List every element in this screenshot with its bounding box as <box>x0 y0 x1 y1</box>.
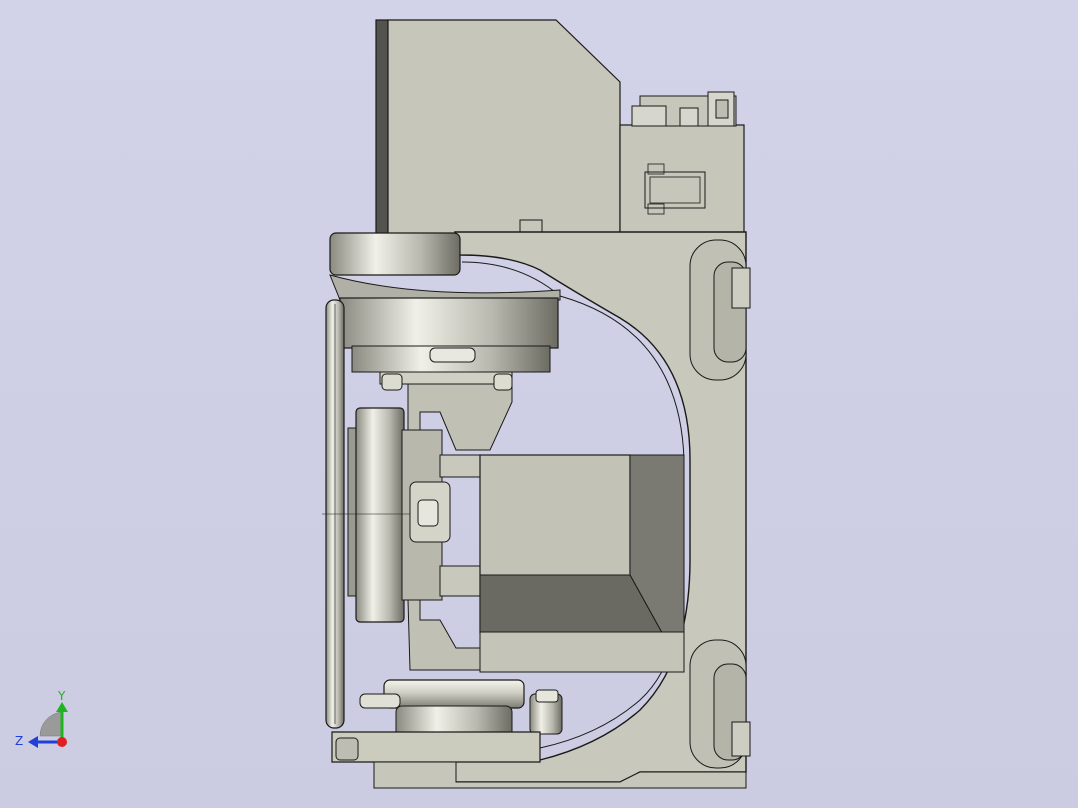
z-axis-label: Z <box>15 734 23 748</box>
axis-triad: Y Z <box>15 689 68 748</box>
y-axis-label: Y <box>57 689 66 703</box>
cad-viewport[interactable]: Y Z <box>0 0 1078 808</box>
y-axis-arrow <box>56 702 68 712</box>
robot-axis-model[interactable]: Y Z <box>0 0 1078 808</box>
z-axis-arrow <box>28 736 38 748</box>
top-housing[interactable] <box>375 19 621 235</box>
x-axis-dot <box>57 737 67 747</box>
motor-block[interactable] <box>479 454 685 673</box>
